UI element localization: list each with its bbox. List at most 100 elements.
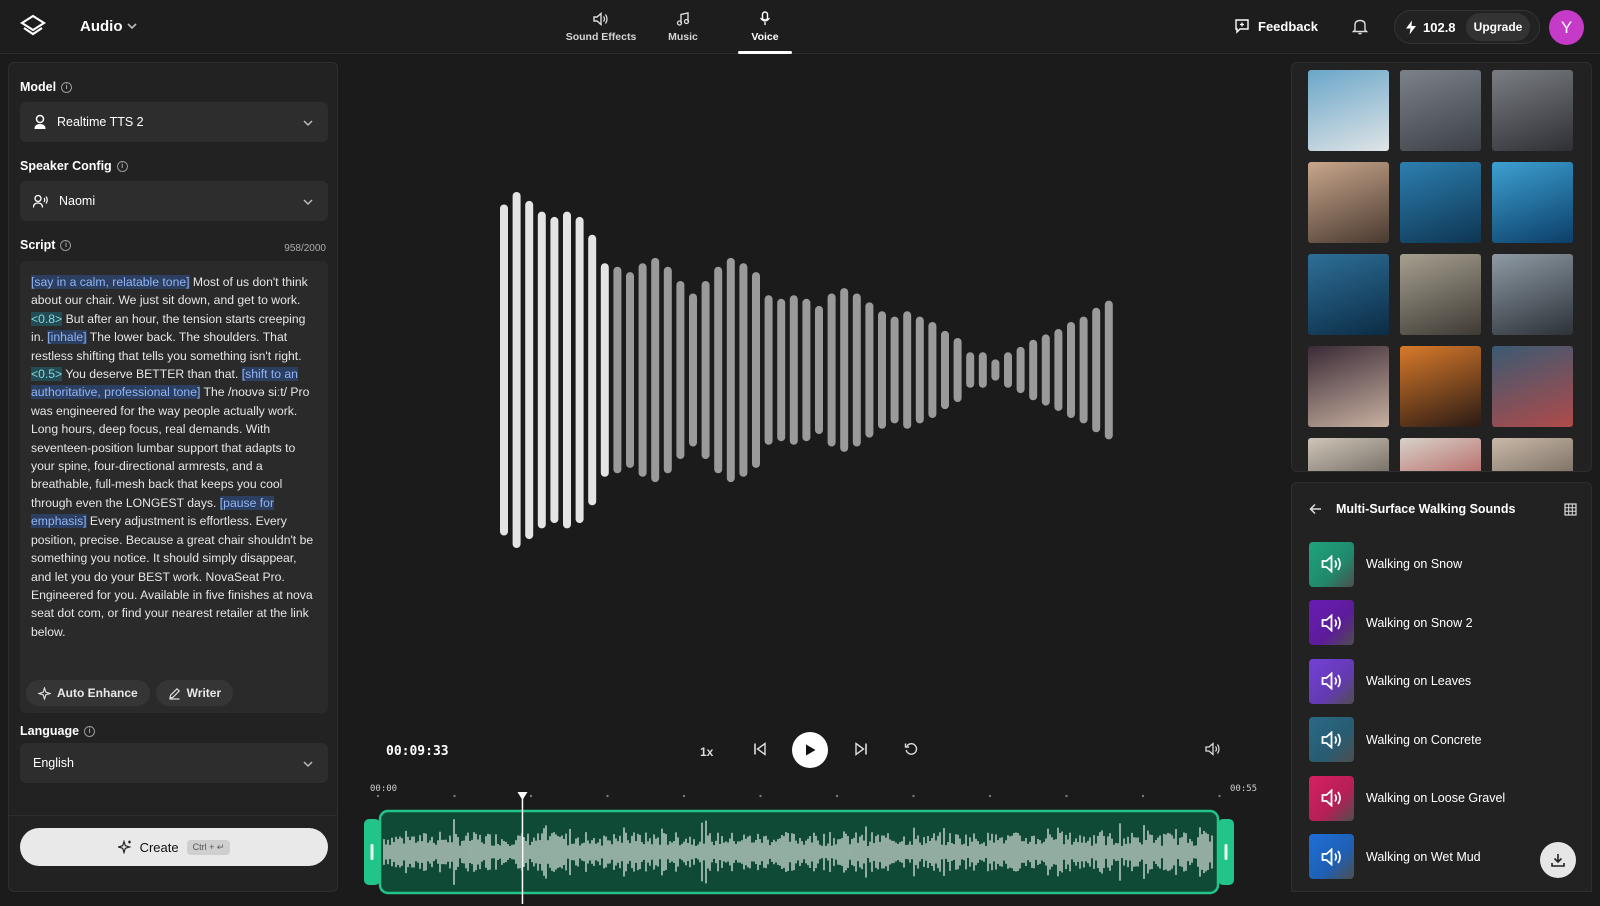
sound-collection-panel: Multi-Surface Walking Sounds Walking on … — [1291, 482, 1592, 892]
bell-icon[interactable] — [1352, 18, 1368, 35]
pencil-icon — [168, 687, 180, 700]
gallery-thumbnail[interactable] — [1492, 70, 1573, 151]
gallery-thumbnail[interactable] — [1492, 162, 1573, 243]
waveform-bar — [714, 266, 723, 474]
feedback-button[interactable]: Feedback — [1234, 18, 1318, 34]
gallery-thumbnail[interactable] — [1308, 254, 1389, 335]
current-time: 00:09:33 — [386, 744, 449, 759]
info-icon[interactable]: i — [60, 239, 72, 251]
sound-item-label: Walking on Wet Mud — [1366, 849, 1481, 864]
gallery-thumbnail[interactable] — [1400, 346, 1481, 427]
waveform-bar — [701, 281, 710, 459]
waveform-bar — [878, 311, 886, 429]
script-tag: [inhale] — [47, 330, 87, 345]
waveform-bar — [525, 200, 534, 540]
gallery-thumbnail[interactable] — [1400, 162, 1481, 243]
settings-panel: Model i Realtime TTS 2 Speaker Config i … — [8, 62, 338, 892]
gallery-thumbnail[interactable] — [1400, 70, 1481, 151]
info-icon[interactable]: i — [84, 725, 96, 737]
app-title[interactable]: Audio — [80, 18, 123, 35]
gallery-thumbnail[interactable] — [1492, 254, 1573, 335]
script-pause: <0.5> — [31, 367, 63, 382]
waveform-bar — [827, 293, 836, 447]
script-textarea[interactable]: [say in a calm, relatable tone] Most of … — [20, 261, 328, 673]
sound-item[interactable]: Walking on Loose Gravel — [1309, 775, 1579, 821]
tab-sound-effects[interactable]: Sound Effects — [560, 0, 642, 54]
sound-item-label: Walking on Loose Gravel — [1366, 791, 1506, 805]
player-controls: 00:09:33 1x 00:00 00:55 — [340, 674, 1270, 904]
upgrade-button[interactable]: Upgrade — [1466, 13, 1530, 41]
sound-item[interactable]: Walking on Leaves — [1309, 658, 1579, 704]
waveform-bar — [575, 216, 584, 524]
speaker-label-text: Speaker Config — [20, 159, 112, 173]
waveform-bar — [550, 216, 559, 524]
back-arrow-icon[interactable] — [1309, 503, 1322, 515]
language-select[interactable]: English — [20, 743, 328, 783]
script-text: You deserve BETTER than that. — [62, 367, 242, 382]
script-label: Script i — [20, 238, 72, 252]
waveform-bar — [676, 281, 685, 459]
timeline[interactable] — [340, 786, 1270, 906]
download-button[interactable] — [1540, 842, 1576, 878]
model-select[interactable]: Realtime TTS 2 — [20, 102, 328, 142]
info-icon[interactable]: i — [61, 81, 73, 93]
replay-icon[interactable] — [904, 742, 918, 756]
auto-enhance-button[interactable]: Auto Enhance — [26, 680, 150, 706]
skip-forward-icon[interactable] — [854, 742, 868, 756]
player-area: 00:09:33 1x 00:00 00:55 — [340, 54, 1270, 904]
trim-grip — [370, 844, 374, 860]
volume-icon[interactable] — [1205, 742, 1221, 756]
logo-icon[interactable] — [20, 14, 46, 40]
speaker-icon — [1309, 600, 1354, 645]
sound-item-label: Walking on Concrete — [1366, 732, 1482, 747]
timeline-tick — [529, 794, 533, 798]
feedback-label: Feedback — [1258, 18, 1318, 34]
timeline-tick — [835, 794, 839, 798]
gallery-thumbnail[interactable] — [1492, 438, 1573, 471]
avatar[interactable]: Y — [1549, 10, 1584, 45]
script-actions: Auto Enhance Writer — [20, 673, 328, 713]
sound-item[interactable]: Walking on Snow — [1309, 541, 1579, 587]
play-button[interactable] — [792, 732, 828, 768]
timeline-tick — [759, 794, 762, 798]
writer-button[interactable]: Writer — [155, 680, 234, 706]
waveform-bar — [1079, 316, 1088, 424]
gallery-thumbnail[interactable] — [1400, 438, 1481, 471]
gallery-thumbnail[interactable] — [1400, 254, 1481, 335]
music-note-icon — [676, 11, 690, 26]
model-icon — [34, 114, 46, 129]
playhead-marker[interactable] — [517, 792, 528, 800]
gallery-thumbnail[interactable] — [1492, 346, 1573, 427]
grid-view-icon[interactable] — [1564, 503, 1577, 516]
chevron-down-icon — [303, 199, 313, 206]
speaker-select[interactable]: Naomi — [20, 181, 328, 221]
tab-label: Music — [668, 30, 698, 43]
chevron-down-icon[interactable] — [126, 20, 138, 32]
waveform-bar — [815, 305, 823, 435]
create-button[interactable]: Create Ctrl + ↵ — [20, 828, 328, 866]
sound-item[interactable]: Walking on Wet Mud — [1309, 834, 1579, 880]
waveform-bar — [789, 295, 798, 445]
gallery-thumbnail[interactable] — [1308, 162, 1389, 243]
script-pause: <0.8> — [31, 311, 63, 326]
mode-tabs: Sound Effects Music Voice — [560, 0, 806, 54]
voice-waveform — [500, 192, 1113, 548]
playback-speed[interactable]: 1x — [700, 745, 713, 759]
collection-title: Multi-Surface Walking Sounds — [1336, 502, 1516, 516]
gallery-thumbnail[interactable] — [1308, 70, 1389, 151]
script-text: Every adjustment is effortless. Every po… — [31, 514, 314, 639]
waveform-bar — [1054, 329, 1063, 411]
skip-back-icon[interactable] — [753, 742, 767, 756]
tab-voice[interactable]: Voice — [724, 0, 806, 54]
waveform-bar — [941, 330, 949, 410]
waveform-bar — [1029, 339, 1038, 401]
info-icon[interactable]: i — [116, 160, 128, 172]
credits-value: 102.8 — [1423, 19, 1456, 35]
sound-item[interactable]: Walking on Concrete — [1309, 717, 1579, 763]
timeline-tick — [988, 794, 992, 798]
gallery-thumbnail[interactable] — [1308, 346, 1389, 427]
sound-item[interactable]: Walking on Snow 2 — [1309, 600, 1579, 646]
tab-music[interactable]: Music — [642, 0, 724, 54]
create-label: Create — [139, 839, 179, 855]
gallery-thumbnail[interactable] — [1308, 438, 1389, 471]
